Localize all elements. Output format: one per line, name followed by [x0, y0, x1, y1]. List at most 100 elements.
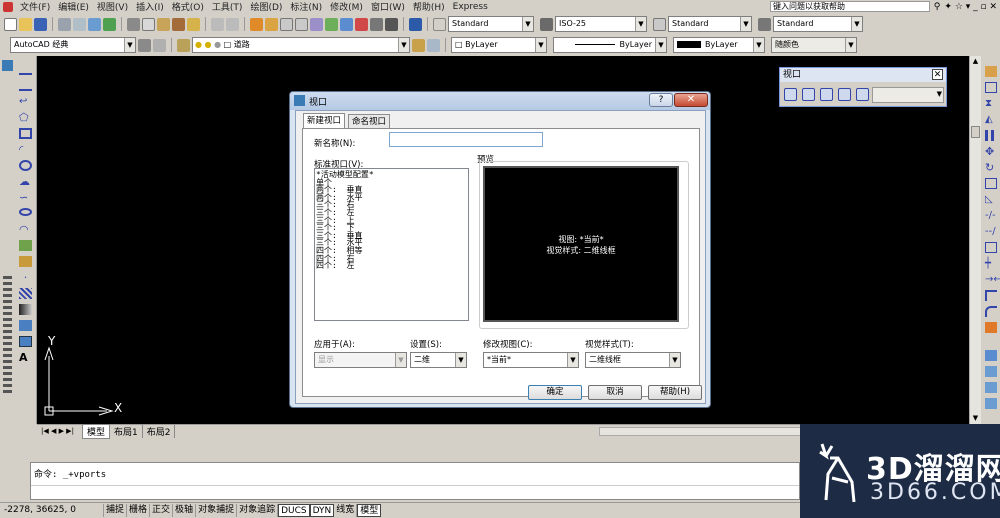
- tool-palettes-icon[interactable]: [340, 17, 353, 31]
- break-icon[interactable]: ┿: [985, 258, 997, 269]
- fillet-icon[interactable]: [985, 306, 997, 317]
- redo-icon[interactable]: [226, 17, 239, 31]
- new-icon[interactable]: [4, 17, 17, 31]
- polygon-icon[interactable]: ⬠: [19, 112, 32, 123]
- undo-icon[interactable]: [211, 17, 224, 31]
- match-properties-icon[interactable]: [172, 17, 185, 31]
- scroll-up-icon[interactable]: ▲: [970, 56, 981, 67]
- workspace-select[interactable]: AutoCAD 经典 ▼: [10, 37, 136, 53]
- table-icon[interactable]: [19, 336, 32, 347]
- linetype-select[interactable]: ByLayer ▼: [553, 37, 667, 53]
- layer-manager-icon[interactable]: [177, 38, 190, 52]
- trim-icon[interactable]: -/-: [985, 210, 997, 221]
- erase-icon[interactable]: [985, 66, 997, 77]
- line-icon[interactable]: [19, 64, 32, 75]
- model-paper-toggle[interactable]: 模型: [357, 504, 382, 517]
- snap-toggle[interactable]: 捕捉: [104, 504, 128, 517]
- calculator-icon[interactable]: [385, 17, 398, 31]
- break-at-point-icon[interactable]: [985, 242, 997, 253]
- paste-icon[interactable]: [157, 17, 170, 31]
- setup-select[interactable]: 二维 ▼: [410, 352, 467, 368]
- ok-button[interactable]: 确定: [528, 385, 582, 400]
- markup-icon[interactable]: [370, 17, 383, 31]
- dialog-help-button[interactable]: ?: [649, 93, 673, 107]
- mirror-icon[interactable]: ⧗: [985, 98, 997, 109]
- close-icon[interactable]: ✕: [932, 69, 943, 80]
- menu-help[interactable]: 帮助(H): [409, 0, 449, 13]
- convert-to-viewport-icon[interactable]: [838, 88, 851, 101]
- extend-icon[interactable]: --/: [985, 226, 997, 237]
- menu-file[interactable]: 文件(F): [16, 0, 54, 13]
- menu-express[interactable]: Express: [449, 2, 492, 12]
- ducs-toggle[interactable]: DUCS: [278, 504, 310, 517]
- circle-icon[interactable]: [19, 160, 32, 171]
- clip-viewport-icon[interactable]: [856, 88, 869, 101]
- table-style-select[interactable]: Standard ▼: [668, 16, 752, 32]
- menu-insert[interactable]: 插入(I): [132, 0, 168, 13]
- sheet-set-icon[interactable]: [355, 17, 368, 31]
- change-view-select[interactable]: *当前* ▼: [483, 352, 579, 368]
- dyn-toggle[interactable]: DYN: [309, 504, 335, 517]
- menu-format[interactable]: 格式(O): [168, 0, 208, 13]
- print-icon[interactable]: [58, 17, 71, 31]
- list-item[interactable]: *活动模型配置*: [315, 171, 468, 179]
- dim-style-select[interactable]: ISO-25 ▼: [555, 16, 647, 32]
- text-style-select[interactable]: Standard ▼: [448, 16, 534, 32]
- menu-window[interactable]: 窗口(W): [367, 0, 409, 13]
- list-item[interactable]: 四个: 左: [315, 262, 468, 270]
- command-window[interactable]: 命令: _+vports: [30, 462, 800, 500]
- offset-icon[interactable]: ◭: [985, 114, 997, 125]
- command-input[interactable]: [31, 485, 799, 499]
- tab-new-viewports[interactable]: 新建视口: [303, 113, 346, 129]
- scale-icon[interactable]: [985, 178, 997, 189]
- lineweight-toggle[interactable]: 线宽: [334, 504, 358, 517]
- zoom-previous-icon[interactable]: [295, 17, 308, 31]
- help-search-input[interactable]: 键入问题以获取帮助: [770, 1, 930, 12]
- viewport-scale-select[interactable]: ▼: [872, 87, 944, 103]
- copy-icon[interactable]: [142, 17, 155, 31]
- lineweight-select[interactable]: ByLayer ▼: [673, 37, 765, 53]
- mleader-style-select[interactable]: Standard ▼: [773, 16, 863, 32]
- workspace-save-icon[interactable]: [153, 38, 166, 52]
- window-controls[interactable]: ✦ ☆ ▾ _ ▫ ✕: [944, 2, 1000, 12]
- polygonal-viewport-icon[interactable]: [820, 88, 833, 101]
- menu-view[interactable]: 视图(V): [93, 0, 132, 13]
- osnap-toggle[interactable]: 对象捕捉: [196, 504, 238, 517]
- new-name-input[interactable]: [389, 132, 543, 147]
- help-button[interactable]: 帮助(H): [648, 385, 702, 400]
- tab-model[interactable]: 模型: [81, 423, 110, 439]
- dim-style-icon[interactable]: [540, 17, 553, 31]
- 3d-dwf-icon[interactable]: [103, 17, 116, 31]
- table-style-icon[interactable]: [653, 17, 666, 31]
- region-icon[interactable]: [19, 320, 32, 331]
- hatch-icon[interactable]: [19, 288, 32, 299]
- rectangle-icon[interactable]: [19, 128, 32, 139]
- tab-nav-arrows[interactable]: |◀ ◀ ▶ ▶|: [37, 427, 78, 435]
- publish-icon[interactable]: [88, 17, 101, 31]
- ortho-toggle[interactable]: 正交: [150, 504, 174, 517]
- layer-previous-icon[interactable]: [427, 38, 440, 52]
- menu-edit[interactable]: 编辑(E): [54, 0, 93, 13]
- polyline-icon[interactable]: ↩: [19, 96, 32, 107]
- scroll-down-icon[interactable]: ▼: [970, 413, 981, 424]
- send-back-icon[interactable]: [985, 382, 997, 393]
- save-icon[interactable]: [34, 17, 47, 31]
- make-block-icon[interactable]: [19, 256, 32, 267]
- insert-block-icon[interactable]: [19, 240, 32, 251]
- open-icon[interactable]: [19, 17, 32, 31]
- palette-icon[interactable]: [2, 60, 13, 71]
- scroll-thumb[interactable]: [971, 126, 980, 138]
- workspace-settings-icon[interactable]: [138, 38, 151, 52]
- construction-line-icon[interactable]: [19, 80, 32, 91]
- cut-icon[interactable]: [127, 17, 140, 31]
- copy-object-icon[interactable]: [985, 82, 997, 93]
- single-viewport-icon[interactable]: [802, 88, 815, 101]
- standard-viewports-list[interactable]: *活动模型配置* 单个 两个: 垂直 两个: 水平 三个: 右 三个: 左 三个…: [314, 168, 469, 321]
- point-icon[interactable]: ·: [19, 272, 32, 283]
- color-select[interactable]: □ ByLayer ▼: [451, 37, 547, 53]
- otrack-toggle[interactable]: 对象追踪: [237, 504, 279, 517]
- properties-icon[interactable]: [310, 17, 323, 31]
- gradient-icon[interactable]: [19, 304, 32, 315]
- multiline-text-icon[interactable]: A: [19, 352, 32, 363]
- visual-style-select[interactable]: 二维线框 ▼: [585, 352, 681, 368]
